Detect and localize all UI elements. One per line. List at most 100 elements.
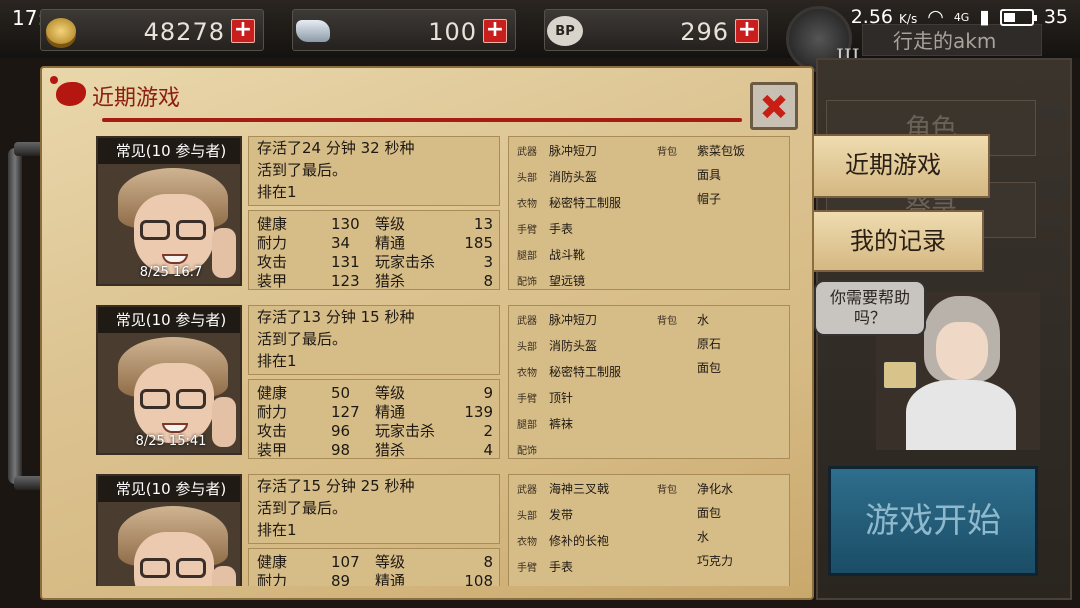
backpack-item: 面包 — [697, 506, 722, 520]
equip-label: 背包 — [657, 485, 677, 496]
game-record-row[interactable]: 常见(10 参与者) 8/25 16:7 存活了24 分钟 32 秒种 活到了最… — [96, 136, 802, 296]
survival-summary: 存活了24 分钟 32 秒种 活到了最后。 排在1 — [248, 136, 500, 206]
final-rank: 排在1 — [257, 521, 297, 539]
backpack-item: 面包 — [697, 361, 722, 375]
equip-label: 衣物 — [517, 537, 537, 548]
blood-splatter-icon — [56, 82, 86, 106]
equip-label: 手臂 — [517, 563, 537, 574]
gem-counter: 100 + — [292, 9, 516, 51]
stats-box: 健康 耐力 攻击 装甲 50 127 96 98 等级 精通 玩家击杀 猎杀 9… — [248, 379, 500, 459]
equip-arm: 手表 — [549, 222, 574, 236]
game-record-row[interactable]: 常见(10 参与者) 存活了15 分钟 25 秒种 活到了最后。 排在1 健康 … — [96, 474, 802, 586]
network-type: 4G — [953, 10, 970, 24]
equip-label: 腿部 — [517, 585, 537, 586]
equip-label: 衣物 — [517, 368, 537, 379]
tab-my-records[interactable]: 我的记录 — [812, 210, 984, 272]
character-avatar — [118, 506, 236, 586]
stat-label: 攻击 — [257, 422, 288, 440]
equip-clothes: 秘密特工制服 — [549, 365, 622, 379]
equip-label: 配饰 — [517, 446, 537, 457]
backpack-item: 水 — [697, 530, 710, 544]
add-bp-button[interactable]: + — [735, 19, 759, 43]
stat-hunts: 8 — [483, 272, 493, 290]
equip-clothes: 修补的长袍 — [549, 534, 610, 548]
help-bubble[interactable]: 你需要帮助吗？ — [814, 280, 926, 336]
close-button[interactable] — [750, 82, 798, 130]
stat-armor: 123 — [331, 272, 360, 290]
start-game-button[interactable]: 游戏开始 — [828, 466, 1038, 576]
equipment-box: 武器 头部 衣物 手臂 腿部 配饰 海神三叉戟 发带 修补的长袍 手表 背包 净… — [508, 474, 790, 586]
equip-clothes: 秘密特工制服 — [549, 196, 622, 210]
equip-legs: 裤袜 — [549, 417, 574, 431]
panel-title: 近期游戏 — [92, 86, 181, 111]
player-portrait: 常见(10 参与者) — [96, 474, 242, 586]
equip-weapon: 海神三叉戟 — [549, 482, 610, 496]
backpack-item: 水 — [697, 313, 710, 327]
gem-value: 100 — [428, 18, 477, 46]
bp-counter: BP 296 + — [544, 9, 768, 51]
backpack-item: 巧克力 — [697, 554, 734, 568]
battery-icon — [999, 8, 1037, 26]
equip-label: 手臂 — [517, 394, 537, 405]
coins-icon — [39, 12, 83, 50]
equip-label: 武器 — [517, 485, 537, 496]
stat-level: 13 — [473, 215, 493, 233]
game-record-row[interactable]: 常见(10 参与者) 8/25 15:41 存活了13 分钟 15 秒种 活到了… — [96, 305, 802, 465]
battery-level: 35 — [1043, 6, 1068, 28]
equip-label: 配饰 — [517, 277, 537, 288]
equip-label: 背包 — [657, 147, 677, 158]
equipment-box: 武器 头部 衣物 手臂 腿部 配饰 脉冲短刀 消防头盔 秘密特工制服 手表 战斗… — [508, 136, 790, 290]
player-portrait: 常见(10 参与者) 8/25 16:7 — [96, 136, 242, 286]
stat-stamina: 127 — [331, 403, 360, 421]
match-mode: 常见(10 参与者) — [98, 138, 240, 164]
equip-legs: 战斗靴 — [549, 248, 586, 262]
recent-games-panel: 近期游戏 常见(10 参与者) 8/25 16:7 存活了24 分钟 32 秒种… — [40, 66, 814, 600]
stat-label: 精通 — [375, 572, 406, 586]
equip-head: 消防头盔 — [549, 170, 598, 184]
stat-armor: 98 — [331, 441, 351, 459]
backpack-item: 紫菜包饭 — [697, 144, 746, 158]
stat-label: 等级 — [375, 215, 406, 233]
survival-result: 活到了最后。 — [257, 161, 348, 179]
add-gem-button[interactable]: + — [483, 19, 507, 43]
stat-stamina: 89 — [331, 572, 351, 586]
stat-attack: 131 — [331, 253, 360, 271]
stat-mastery: 139 — [464, 403, 493, 421]
stat-label: 健康 — [257, 215, 288, 233]
gold-value: 48278 — [143, 18, 225, 46]
stat-health: 50 — [331, 384, 351, 402]
survival-result: 活到了最后。 — [257, 499, 348, 517]
stat-label: 健康 — [257, 384, 288, 402]
games-list[interactable]: 常见(10 参与者) 8/25 16:7 存活了24 分钟 32 秒种 活到了最… — [96, 134, 802, 586]
backpack-item: 帽子 — [697, 192, 722, 206]
stat-level: 9 — [483, 384, 493, 402]
stat-label: 精通 — [375, 403, 406, 421]
stat-label: 猎杀 — [375, 441, 406, 459]
equip-arm: 顶针 — [549, 391, 574, 405]
player-name[interactable]: 行走的akm — [862, 24, 1042, 56]
stat-label: 装甲 — [257, 272, 288, 290]
top-bar: 17:09 ▣ ◉ 48278 + 100 + BP 296 + 行走的akm … — [0, 0, 1080, 72]
tab-recent-games[interactable]: 近期游戏 — [796, 134, 990, 198]
add-gold-button[interactable]: + — [231, 19, 255, 43]
mug-icon — [882, 360, 918, 390]
stat-player-kills: 2 — [483, 422, 493, 440]
stat-label: 等级 — [375, 553, 406, 571]
equip-head: 发带 — [549, 508, 574, 522]
stat-label: 攻击 — [257, 253, 288, 271]
equip-label: 头部 — [517, 342, 537, 353]
system-status: 2.56 K/s ◠ 4G ▮ 35 — [851, 6, 1068, 28]
equip-weapon: 脉冲短刀 — [549, 313, 598, 327]
survival-result: 活到了最后。 — [257, 330, 348, 348]
player-portrait: 常见(10 参与者) 8/25 15:41 — [96, 305, 242, 455]
stat-label: 耐力 — [257, 403, 288, 421]
stat-health: 130 — [331, 215, 360, 233]
stat-label: 健康 — [257, 553, 288, 571]
gem-icon — [291, 12, 335, 50]
network-speed: 2.56 K/s — [850, 6, 918, 28]
stat-mastery: 185 — [464, 234, 493, 252]
match-mode: 常见(10 参与者) — [98, 476, 240, 502]
stat-hunts: 4 — [483, 441, 493, 459]
stat-label: 等级 — [375, 384, 406, 402]
survival-summary: 存活了13 分钟 15 秒种 活到了最后。 排在1 — [248, 305, 500, 375]
